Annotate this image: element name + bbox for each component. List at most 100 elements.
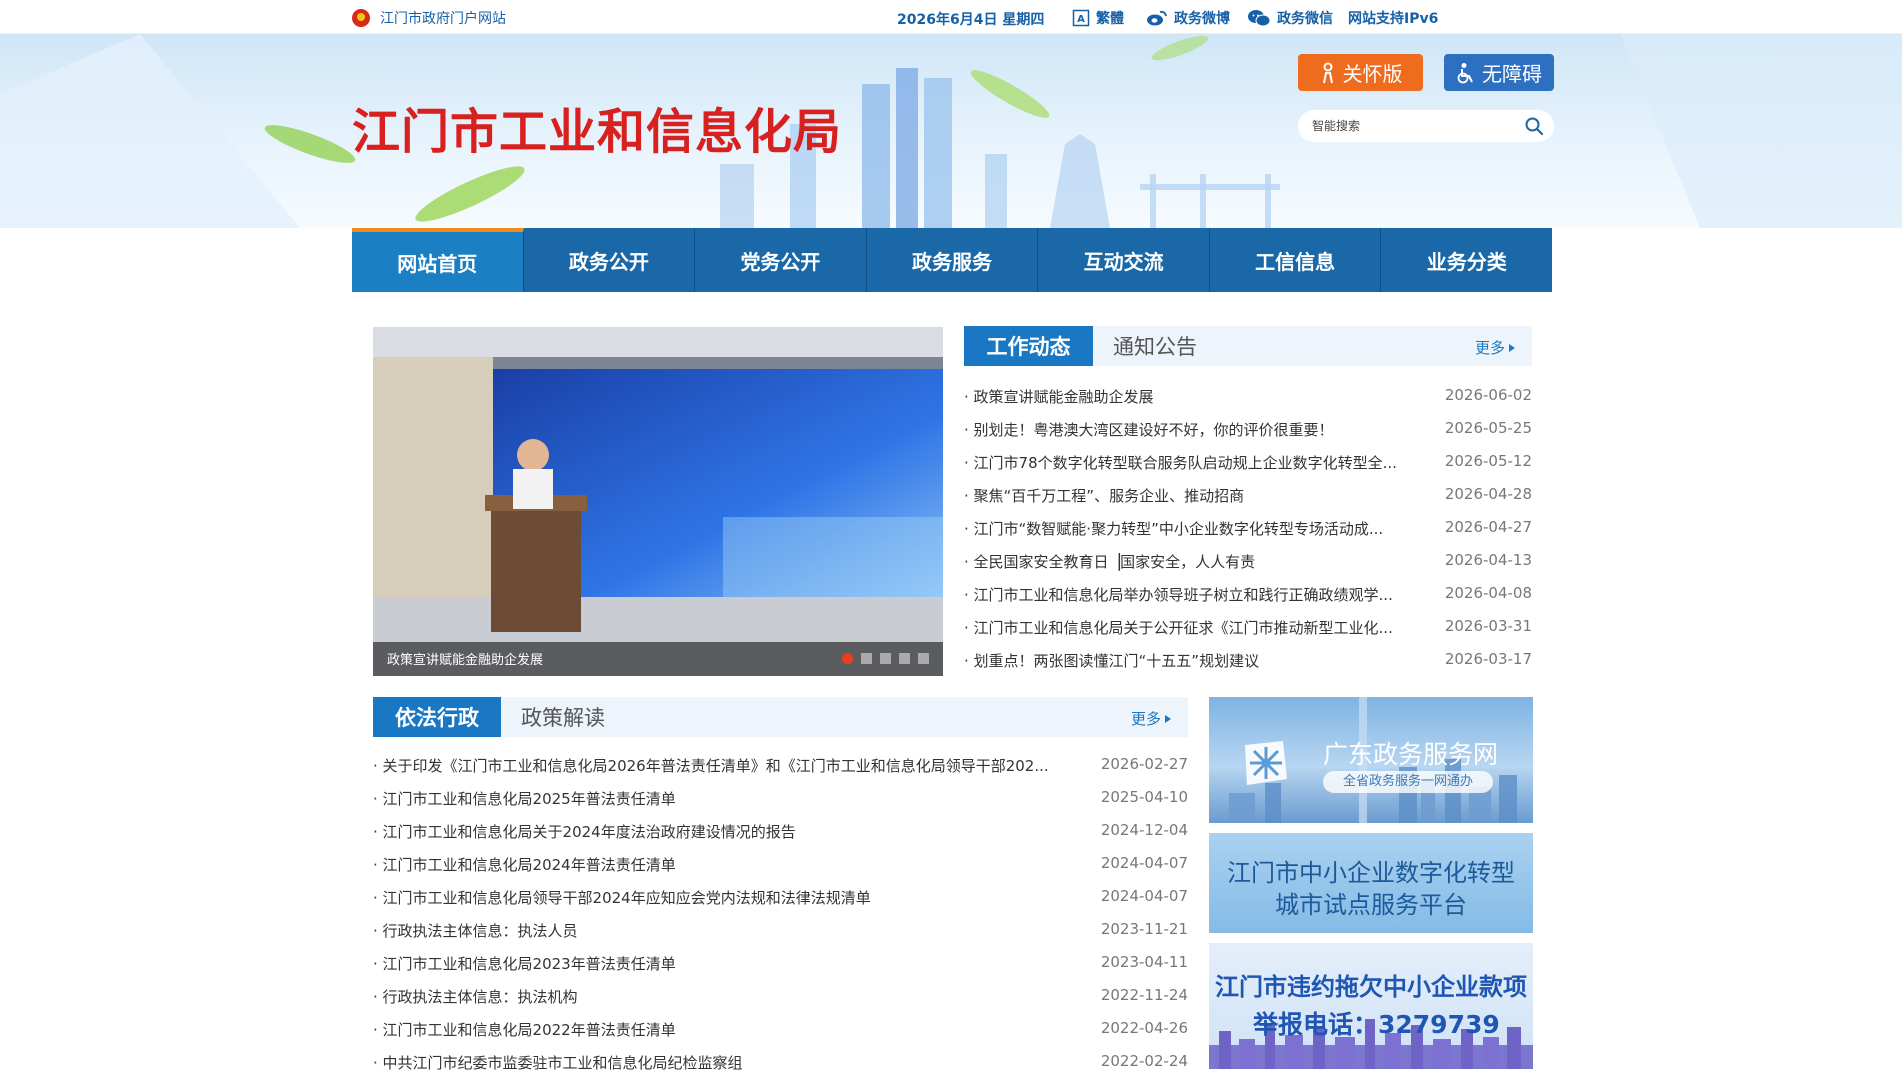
list-item-date: 2026-04-08 (1444, 584, 1532, 602)
search-box (1298, 110, 1554, 142)
list-item[interactable]: · 江门市工业和信息化局举办领导班子树立和践行正确政绩观学... 2026-04-… (964, 576, 1532, 609)
gd-service-subtitle: 全省政务服务一网通办 (1323, 771, 1493, 793)
weibo-link[interactable]: 政务微博 (1146, 8, 1230, 28)
list-item-title[interactable]: · 政策宣讲赋能金融助企发展 (964, 386, 1434, 407)
arrears-report-banner[interactable]: 江门市违约拖欠中小企业款项 举报电话：3279739 (1209, 943, 1533, 1069)
slide-dot[interactable] (918, 653, 929, 664)
nav-item-industry-info[interactable]: 工信信息 (1210, 228, 1382, 292)
list-item-title[interactable]: · 江门市工业和信息化局领导干部2024年应知应会党内法规和法律法规清单 (373, 887, 1093, 908)
news-more-link[interactable]: 更多 (1475, 337, 1516, 358)
list-item[interactable]: · 江门市78个数字化转型联合服务队启动规上企业数字化转型全... 2026-05… (964, 444, 1532, 477)
news-slideshow[interactable]: 政策宣讲赋能金融助企发展 (373, 327, 943, 676)
list-item-title[interactable]: · 划重点！两张图读懂江门“十五五”规划建议 (964, 650, 1434, 671)
nav-item-business-categories[interactable]: 业务分类 (1381, 228, 1552, 292)
sme-digital-line1: 江门市中小企业数字化转型 (1227, 859, 1515, 887)
gd-service-title: 广东政务服务网 (1323, 740, 1499, 769)
list-item-title[interactable]: · 江门市“数智赋能·聚力转型”中小企业数字化转型专场活动成... (964, 518, 1434, 539)
list-item-title[interactable]: · 行政执法主体信息：执法机构 (373, 986, 1093, 1007)
list-item-title[interactable]: · 别划走！粤港澳大湾区建设好不好，你的评价很重要！ (964, 419, 1434, 440)
list-item[interactable]: · 划重点！两张图读懂江门“十五五”规划建议 2026-03-17 (964, 642, 1532, 675)
list-item-title[interactable]: · 江门市工业和信息化局举办领导班子树立和践行正确政绩观学... (964, 584, 1434, 605)
ipv6-link[interactable]: 网站支持IPv6 (1348, 8, 1438, 28)
list-item-date: 2023-11-21 (1100, 920, 1188, 938)
list-item[interactable]: · 江门市工业和信息化局关于公开征求《江门市推动新型工业化... 2026-03-… (964, 609, 1532, 642)
nav-item-home[interactable]: 网站首页 (352, 228, 524, 292)
portal-link-label: 江门市政府门户网站 (380, 11, 506, 27)
list-item-title[interactable]: · 关于印发《江门市工业和信息化局2026年普法责任清单》和《江门市工业和信息化… (373, 755, 1093, 776)
list-item-date: 2024-04-07 (1100, 887, 1188, 905)
caret-right-icon (1509, 343, 1516, 353)
traditional-chinese-link[interactable]: A 繁體 (1072, 8, 1124, 28)
slide-dot[interactable] (899, 653, 910, 664)
list-item[interactable]: · 政策宣讲赋能金融助企发展 2026-06-02 (964, 378, 1532, 411)
law-list: · 关于印发《江门市工业和信息化局2026年普法责任清单》和《江门市工业和信息化… (373, 747, 1188, 1077)
list-item-date: 2026-05-12 (1444, 452, 1532, 470)
law-more-label: 更多 (1131, 710, 1162, 728)
news-more-label: 更多 (1475, 339, 1506, 357)
list-item[interactable]: · 江门市“数智赋能·聚力转型”中小企业数字化转型专场活动成... 2026-04… (964, 510, 1532, 543)
list-item-title[interactable]: · 聚焦“百千万工程”、服务企业、推动招商 (964, 485, 1434, 506)
list-item[interactable]: · 江门市工业和信息化局2025年普法责任清单 2025-04-10 (373, 780, 1188, 813)
slide-dot[interactable] (880, 653, 891, 664)
list-item-title[interactable]: · 江门市工业和信息化局关于2024年度法治政府建设情况的报告 (373, 821, 1093, 842)
news-tab-header: 工作动态 通知公告 更多 (964, 326, 1532, 366)
list-item[interactable]: · 江门市工业和信息化局2024年普法责任清单 2024-04-07 (373, 846, 1188, 879)
tab-notices[interactable]: 通知公告 (1113, 326, 1197, 366)
svg-text:A: A (1077, 14, 1085, 25)
wechat-link[interactable]: 政务微信 (1247, 8, 1333, 28)
nav-item-government-services[interactable]: 政务服务 (867, 228, 1039, 292)
search-icon[interactable] (1524, 116, 1544, 140)
tab-law-administration[interactable]: 依法行政 (373, 697, 501, 737)
news-list: · 政策宣讲赋能金融助企发展 2026-06-02 · 别划走！粤港澳大湾区建设好不… (964, 378, 1532, 675)
tab-work-news[interactable]: 工作动态 (964, 326, 1093, 366)
list-item-date: 2026-06-02 (1444, 386, 1532, 404)
nav-item-party-affairs[interactable]: 党务公开 (695, 228, 867, 292)
list-item-date: 2026-03-31 (1444, 617, 1532, 635)
list-item-title[interactable]: · 江门市78个数字化转型联合服务队启动规上企业数字化转型全... (964, 452, 1434, 473)
list-item[interactable]: · 关于印发《江门市工业和信息化局2026年普法责任清单》和《江门市工业和信息化… (373, 747, 1188, 780)
list-item[interactable]: · 全民国家安全教育日▕国家安全，人人有责 2026-04-13 (964, 543, 1532, 576)
tab-policy-interpretation[interactable]: 政策解读 (521, 697, 605, 737)
portal-link[interactable]: 江门市政府门户网站 (352, 8, 506, 28)
list-item[interactable]: · 江门市工业和信息化局2022年普法责任清单 2022-04-26 (373, 1011, 1188, 1044)
nav-item-government-affairs[interactable]: 政务公开 (524, 228, 696, 292)
list-item[interactable]: · 江门市工业和信息化局领导干部2024年应知应会党内法规和法律法规清单 2024… (373, 879, 1188, 912)
care-mode-button[interactable]: 关怀版 (1298, 54, 1423, 91)
list-item[interactable]: · 别划走！粤港澳大湾区建设好不好，你的评价很重要！ 2026-05-25 (964, 411, 1532, 444)
sme-digital-line2: 城市试点服务平台 (1275, 891, 1467, 919)
elderly-care-icon (1319, 62, 1337, 84)
wechat-label: 政务微信 (1277, 11, 1333, 27)
nav-item-interaction[interactable]: 互动交流 (1038, 228, 1210, 292)
site-title: 江门市工业和信息化局 (352, 104, 843, 160)
slide-dot[interactable] (842, 653, 853, 664)
list-item[interactable]: · 聚焦“百千万工程”、服务企业、推动招商 2026-04-28 (964, 477, 1532, 510)
slide-dot[interactable] (861, 653, 872, 664)
list-item-title[interactable]: · 江门市工业和信息化局2025年普法责任清单 (373, 788, 1093, 809)
law-more-link[interactable]: 更多 (1131, 708, 1172, 729)
list-item[interactable]: · 江门市工业和信息化局2023年普法责任清单 2023-04-11 (373, 945, 1188, 978)
search-input[interactable] (1312, 117, 1512, 135)
list-item-title[interactable]: · 全民国家安全教育日▕国家安全，人人有责 (964, 551, 1434, 572)
list-item-date: 2025-04-10 (1100, 788, 1188, 806)
slide-pager (842, 653, 929, 664)
slide-caption[interactable]: 政策宣讲赋能金融助企发展 (387, 649, 543, 668)
list-item[interactable]: · 江门市工业和信息化局关于2024年度法治政府建设情况的报告 2024-12-0… (373, 813, 1188, 846)
list-item-title[interactable]: · 中共江门市纪委市监委驻市工业和信息化局纪检监察组 (373, 1052, 1093, 1073)
list-item-title[interactable]: · 江门市工业和信息化局关于公开征求《江门市推动新型工业化... (964, 617, 1434, 638)
list-item-title[interactable]: · 江门市工业和信息化局2024年普法责任清单 (373, 854, 1093, 875)
list-item[interactable]: · 中共江门市纪委市监委驻市工业和信息化局纪检监察组 2022-02-24 (373, 1044, 1188, 1077)
list-item[interactable]: · 行政执法主体信息：执法人员 2023-11-21 (373, 912, 1188, 945)
list-item-title[interactable]: · 行政执法主体信息：执法人员 (373, 920, 1093, 941)
list-item-date: 2024-04-07 (1100, 854, 1188, 872)
list-item-date: 2022-04-26 (1100, 1019, 1188, 1037)
gd-service-banner[interactable]: 广东政务服务网 全省政务服务一网通办 (1209, 697, 1533, 823)
list-item[interactable]: · 行政执法主体信息：执法机构 2022-11-24 (373, 978, 1188, 1011)
ipv6-label: 网站支持IPv6 (1348, 11, 1439, 27)
accessibility-button[interactable]: 无障碍 (1444, 54, 1554, 91)
list-item-title[interactable]: · 江门市工业和信息化局2022年普法责任清单 (373, 1019, 1093, 1040)
top-bar: 江门市政府门户网站 2026年6月4日 星期四 A 繁體 政务微博 政务微信 网… (0, 0, 1902, 34)
sme-digital-banner[interactable]: 江门市中小企业数字化转型 城市试点服务平台 (1209, 833, 1533, 933)
list-item-date: 2026-04-13 (1444, 551, 1532, 569)
list-item-title[interactable]: · 江门市工业和信息化局2023年普法责任清单 (373, 953, 1093, 974)
arrears-hotline: 举报电话：3279739 (1253, 1010, 1500, 1039)
